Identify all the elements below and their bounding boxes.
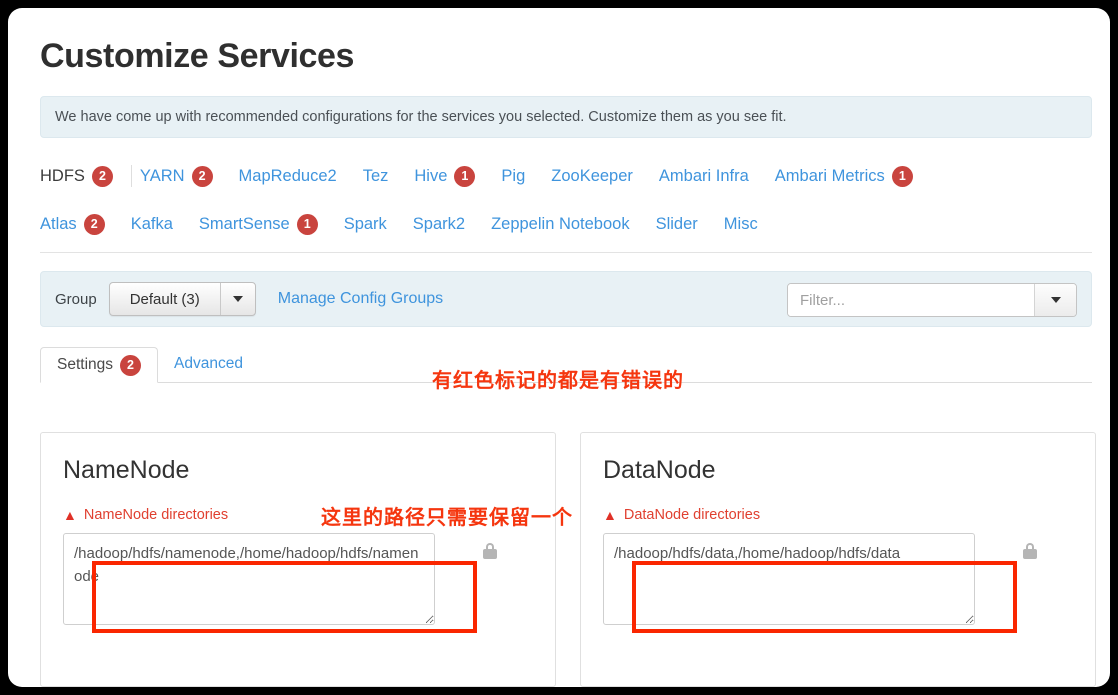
service-tab-hdfs[interactable]: HDFS 2 (40, 165, 132, 187)
service-tab-atlas[interactable]: Atlas 2 (40, 213, 105, 235)
service-tab-kafka[interactable]: Kafka (131, 213, 173, 235)
service-tab-spark2[interactable]: Spark2 (413, 213, 465, 235)
panel-title: NameNode (63, 456, 190, 484)
annotation-errors-note: 有红色标记的都是有错误的 (432, 368, 684, 392)
service-tab-slider[interactable]: Slider (656, 213, 698, 235)
service-tab-label: Zeppelin Notebook (491, 215, 630, 233)
property-label-text: NameNode directories (83, 507, 229, 523)
lock-icon[interactable] (483, 543, 497, 559)
service-tab-ambari-metrics[interactable]: Ambari Metrics 1 (775, 165, 913, 187)
service-tab-badge: 1 (454, 165, 476, 187)
tab-advanced[interactable]: Advanced (158, 346, 259, 382)
service-tab-badge: 1 (296, 213, 318, 235)
service-tab-row-1: HDFS 2 YARN 2 MapReduce2 Tez Hive 1 Pig … (40, 160, 1092, 192)
service-tab-zeppelin-notebook[interactable]: Zeppelin Notebook (491, 213, 630, 235)
tab-settings-label: Settings (57, 356, 114, 373)
lock-icon[interactable] (1023, 543, 1037, 559)
page-content: Customize Services We have come up with … (40, 20, 1100, 687)
service-tab-label: SmartSense (198, 215, 290, 233)
service-tab-label: Tez (362, 167, 389, 185)
app-window: Customize Services We have come up with … (8, 8, 1110, 687)
group-label: Group (55, 290, 97, 308)
service-tab-label: Spark (343, 215, 387, 233)
chevron-down-icon[interactable] (221, 283, 255, 315)
service-tab-label: Misc (723, 215, 758, 233)
service-tab-hive[interactable]: Hive 1 (414, 165, 476, 187)
service-tab-label: Ambari Metrics (774, 167, 885, 185)
config-group-value[interactable]: Default (3) (110, 283, 221, 315)
manage-config-groups-link[interactable]: Manage Config Groups (278, 290, 443, 308)
filter-control (787, 283, 1077, 317)
service-tab-mapreduce2[interactable]: MapReduce2 (239, 165, 337, 187)
info-banner: We have come up with recommended configu… (40, 96, 1092, 138)
service-tab-smartsense[interactable]: SmartSense 1 (199, 213, 318, 235)
property-label-datanode-directories: ▲ DataNode directories (603, 507, 1073, 523)
datanode-directories-input[interactable] (603, 533, 975, 625)
namenode-directories-input[interactable] (63, 533, 435, 625)
panel-title: DataNode (603, 456, 716, 484)
service-tab-label: Slider (655, 215, 698, 233)
service-tab-label: MapReduce2 (238, 167, 337, 185)
tab-advanced-label: Advanced (174, 355, 243, 372)
service-tab-label: HDFS (40, 167, 85, 185)
service-tab-spark[interactable]: Spark (344, 213, 387, 235)
service-tab-label: Atlas (40, 215, 77, 233)
annotation-paths-note: 这里的路径只需要保留一个 (321, 505, 573, 529)
property-row (603, 533, 1073, 625)
service-tab-label: ZooKeeper (551, 167, 633, 185)
service-tab-badge: 2 (91, 165, 113, 187)
warning-triangle-icon: ▲ (63, 507, 77, 523)
service-tab-zookeeper[interactable]: ZooKeeper (551, 165, 633, 187)
panel-namenode: NameNode ▲ NameNode directories (40, 432, 556, 687)
service-tab-ambari-infra[interactable]: Ambari Infra (659, 165, 749, 187)
service-tab-label: YARN (139, 167, 185, 185)
tab-settings-badge: 2 (120, 354, 142, 376)
service-tab-label: Pig (501, 167, 526, 185)
service-tab-label: Spark2 (412, 215, 466, 233)
service-tab-yarn[interactable]: YARN 2 (140, 165, 213, 187)
config-group-bar: Group Default (3) Manage Config Groups (40, 271, 1092, 327)
service-tab-tez[interactable]: Tez (363, 165, 389, 187)
service-tab-label: Kafka (130, 215, 173, 233)
service-tab-row-2: Atlas 2 Kafka SmartSense 1 Spark Spark2 (40, 208, 1092, 240)
panel-datanode: DataNode ▲ DataNode directories (580, 432, 1096, 687)
property-row (63, 533, 533, 625)
property-label-text: DataNode directories (623, 507, 761, 523)
filter-input[interactable] (788, 284, 1034, 316)
filter-chevron-down-icon[interactable] (1034, 284, 1076, 316)
info-banner-text: We have come up with recommended configu… (55, 109, 787, 125)
service-tab-label: Hive (414, 167, 448, 185)
warning-triangle-icon: ▲ (603, 507, 617, 523)
service-tab-badge: 2 (191, 165, 213, 187)
service-tab-label: Ambari Infra (658, 167, 749, 185)
page-title: Customize Services (40, 37, 355, 75)
config-group-select[interactable]: Default (3) (108, 282, 256, 316)
service-tab-bar: HDFS 2 YARN 2 MapReduce2 Tez Hive 1 Pig … (40, 160, 1092, 253)
service-tab-badge: 1 (891, 165, 913, 187)
service-tab-badge: 2 (83, 213, 105, 235)
config-panels: NameNode ▲ NameNode directories DataNode… (40, 432, 1096, 687)
service-tab-pig[interactable]: Pig (501, 165, 525, 187)
service-tab-misc[interactable]: Misc (724, 213, 758, 235)
tab-settings[interactable]: Settings 2 (40, 347, 159, 383)
